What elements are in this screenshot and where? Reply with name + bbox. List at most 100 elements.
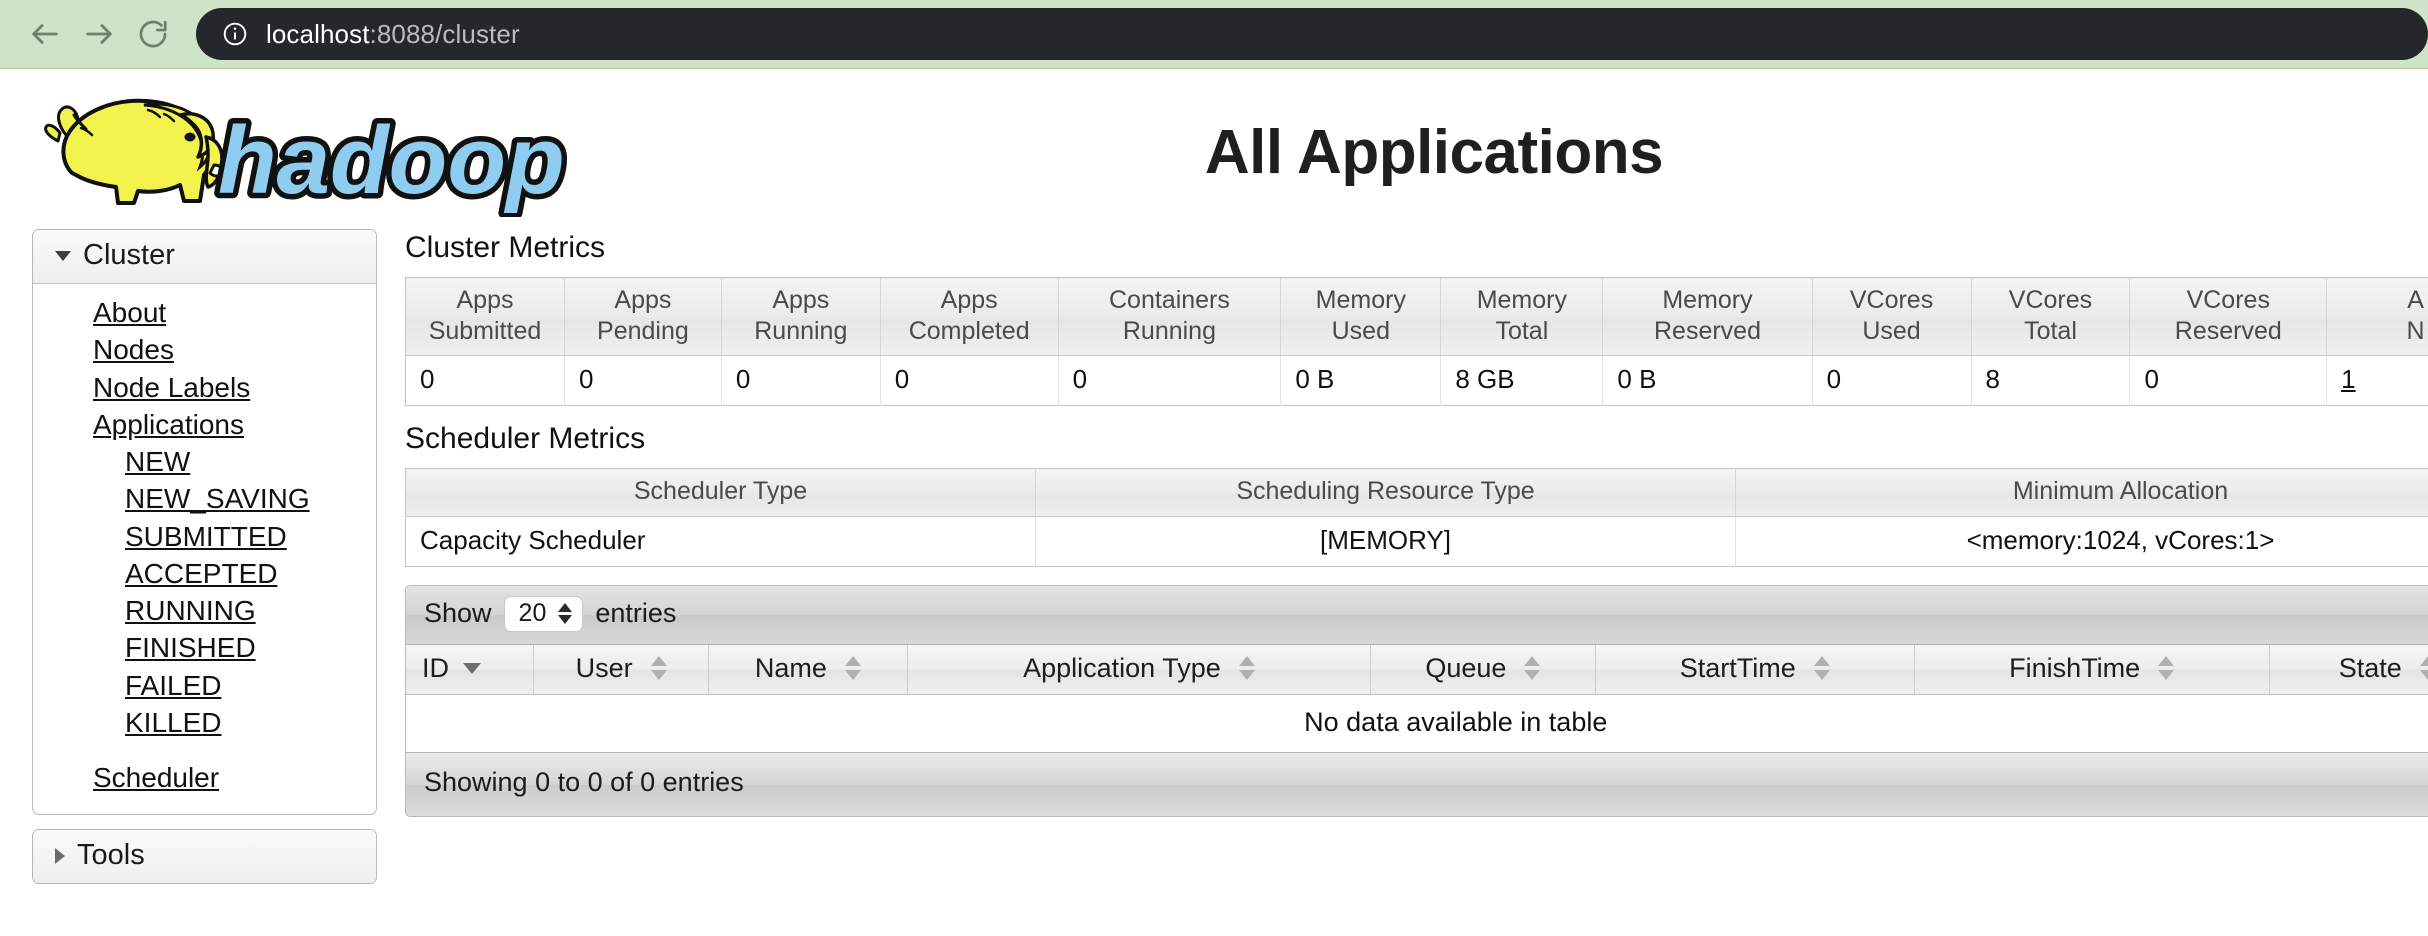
col-line2: Used: [1862, 317, 1920, 345]
sidebar-item-accepted[interactable]: ACCEPTED: [125, 555, 376, 592]
active-nodes-link[interactable]: 1: [2341, 364, 2355, 394]
col-header-queue[interactable]: Queue: [1371, 645, 1596, 695]
col-containers-running: Containers Running: [1058, 278, 1281, 356]
col-label-starttime: StartTime: [1680, 653, 1796, 684]
page-title: All Applications: [0, 117, 2428, 188]
col-header-starttime[interactable]: StartTime: [1595, 645, 1914, 695]
col-line2: Running: [754, 317, 847, 345]
chevron-right-icon[interactable]: [55, 848, 65, 864]
val-memory-reserved: 0 B: [1603, 356, 1812, 406]
col-line2: Total: [2024, 317, 2077, 345]
val-minimum-allocation: <memory:1024, vCores:1>: [1736, 516, 2428, 566]
sidebar-item-applications[interactable]: Applications: [93, 406, 376, 443]
sort-both-icon[interactable]: [845, 656, 861, 680]
col-label-queue: Queue: [1425, 653, 1506, 684]
val-scheduling-resource-type: [MEMORY]: [1036, 516, 1736, 566]
col-line1: Containers: [1109, 286, 1230, 314]
chevron-down-icon[interactable]: [55, 251, 71, 261]
val-apps-pending: 0: [564, 356, 721, 406]
col-line2: Running: [1123, 317, 1216, 345]
sidebar-item-finished[interactable]: FINISHED: [125, 629, 376, 666]
applications-datatable: Show 20 entries: [405, 585, 2428, 817]
col-apps-running: AppsRunning: [721, 278, 880, 356]
val-memory-used: 0 B: [1281, 356, 1441, 406]
col-header-id[interactable]: ID: [406, 645, 534, 695]
page-size-select[interactable]: 20: [504, 596, 584, 632]
empty-table-message: No data available in table: [406, 694, 2428, 752]
col-line1: Apps: [614, 286, 671, 314]
sort-both-icon[interactable]: [1524, 656, 1540, 680]
sidebar-item-submitted[interactable]: SUBMITTED: [125, 518, 376, 555]
sidebar-item-running[interactable]: RUNNING: [125, 592, 376, 629]
browser-toolbar: localhost:8088/cluster: [0, 0, 2428, 69]
arrow-right-icon[interactable]: [72, 7, 126, 61]
sort-both-icon[interactable]: [1239, 656, 1255, 680]
col-memory-reserved: Memory Reserved: [1603, 278, 1812, 356]
col-line2: Submitted: [429, 317, 542, 345]
info-circle-icon[interactable]: [222, 21, 248, 47]
col-line2: Reserved: [1654, 317, 1761, 345]
sidebar-tools-header[interactable]: Tools: [33, 830, 376, 883]
main-content: Cluster Metrics AppsSubmitted AppsPendin…: [377, 229, 2428, 817]
val-vcores-total: 8: [1971, 356, 2130, 406]
col-line1: VCores: [1850, 286, 1933, 314]
val-active-nodes: 1: [2327, 356, 2428, 406]
col-line1: Apps: [941, 286, 998, 314]
col-memory-used: MemoryUsed: [1281, 278, 1441, 356]
cluster-metrics-value-row: 0 0 0 0 0 0 B 8 GB 0 B 0 8 0 1: [406, 356, 2428, 406]
sort-both-icon[interactable]: [2420, 656, 2428, 680]
sidebar-item-node-labels[interactable]: Node Labels: [93, 369, 376, 406]
col-line1: Memory: [1662, 286, 1752, 314]
address-bar[interactable]: localhost:8088/cluster: [196, 8, 2428, 60]
sort-both-icon[interactable]: [1814, 656, 1830, 680]
cluster-metrics-header-row: Apps Submitted Apps Pending AppsRunning Ap…: [406, 278, 2428, 356]
col-line1: A: [2407, 286, 2424, 314]
show-label: Show: [424, 598, 492, 629]
col-header-finishtime[interactable]: FinishTime: [1914, 645, 2269, 695]
col-vcores-total: VCores Total: [1971, 278, 2130, 356]
applications-empty-row: No data available in table: [406, 694, 2428, 752]
sidebar-item-failed[interactable]: FAILED: [125, 667, 376, 704]
section-spacer: [405, 567, 2428, 585]
col-line2: Reserved: [2175, 317, 2282, 345]
sort-both-icon[interactable]: [651, 656, 667, 680]
scheduler-metrics-header-row: Scheduler Type Scheduling Resource Type …: [406, 469, 2428, 517]
col-line2: Total: [1495, 317, 1548, 345]
val-apps-submitted: 0: [406, 356, 565, 406]
sidebar-item-scheduler[interactable]: Scheduler: [93, 759, 376, 796]
col-line2: Completed: [909, 317, 1030, 345]
col-header-user[interactable]: User: [534, 645, 709, 695]
sidebar-item-nodes[interactable]: Nodes: [93, 331, 376, 368]
val-containers-running: 0: [1058, 356, 1281, 406]
sidebar-cluster-body: About Nodes Node Labels Applications NEW…: [33, 284, 376, 814]
col-header-state[interactable]: State: [2269, 645, 2428, 695]
datatable-info: Showing 0 to 0 of 0 entries: [406, 752, 2428, 816]
col-line2: Pending: [597, 317, 689, 345]
cluster-metrics-wrapper: Apps Submitted Apps Pending AppsRunning Ap…: [405, 277, 2428, 406]
sort-both-icon[interactable]: [2158, 656, 2174, 680]
sidebar-panel-tools: Tools: [32, 829, 377, 884]
sort-descending-icon[interactable]: [463, 663, 481, 674]
applications-table: ID User: [406, 645, 2428, 752]
sidebar-item-new-saving[interactable]: NEW_SAVING: [125, 480, 376, 517]
val-memory-total: 8 GB: [1441, 356, 1603, 406]
col-apps-pending: Apps Pending: [564, 278, 721, 356]
content-area: Cluster About Nodes Node Labels Applicat…: [0, 229, 2428, 898]
col-label-user: User: [576, 653, 633, 684]
col-header-application-type[interactable]: Application Type: [907, 645, 1370, 695]
sidebar-item-about[interactable]: About: [93, 294, 376, 331]
col-label-name: Name: [755, 653, 827, 684]
col-header-name[interactable]: Name: [709, 645, 908, 695]
sidebar-item-killed[interactable]: KILLED: [125, 704, 376, 741]
stepper-arrows-icon[interactable]: [558, 603, 572, 624]
entries-label: entries: [595, 598, 676, 629]
yarn-resourcemanager-page: hadoop hadoop All Applications Cluster A…: [0, 69, 2428, 936]
col-minimum-allocation: Minimum Allocation: [1736, 469, 2428, 517]
col-active-nodes: AN: [2327, 278, 2428, 356]
col-line1: VCores: [2009, 286, 2092, 314]
sidebar-cluster-header[interactable]: Cluster: [33, 230, 376, 284]
arrow-left-icon[interactable]: [18, 7, 72, 61]
sidebar: Cluster About Nodes Node Labels Applicat…: [32, 229, 377, 898]
reload-icon[interactable]: [126, 7, 180, 61]
sidebar-item-new[interactable]: NEW: [125, 443, 376, 480]
